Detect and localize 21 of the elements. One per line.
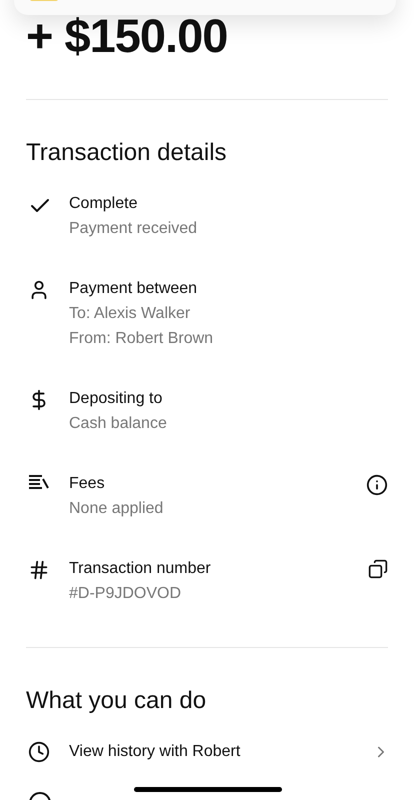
detail-text: Payment received (69, 219, 198, 238)
detail-text: Cash balance (69, 414, 168, 433)
hash-icon (28, 559, 50, 581)
section-title: What you can do (26, 687, 208, 715)
detail-title: Complete (69, 194, 138, 213)
detail-title: Transaction number (69, 559, 212, 578)
detail-text: #D-P9JDOVOD (69, 584, 182, 603)
lines-icon (28, 474, 50, 490)
detail-title: Payment between (69, 279, 198, 298)
action-label[interactable]: View history with Robert (69, 743, 372, 761)
detail-text: None applied (69, 499, 164, 518)
info-icon[interactable] (366, 474, 388, 496)
amount: + $150.00 (26, 12, 228, 60)
section-title: Transaction details (26, 139, 228, 167)
detail-text: From: Robert Brown (69, 329, 214, 348)
detail-title: Fees (69, 474, 106, 493)
detail-text: To: Alexis Walker (69, 304, 192, 323)
detail-title: Depositing to (69, 389, 164, 408)
action-row[interactable]: View history with Robert (0, 741, 414, 763)
copy-icon[interactable] (368, 559, 388, 579)
clock-icon (28, 741, 50, 763)
